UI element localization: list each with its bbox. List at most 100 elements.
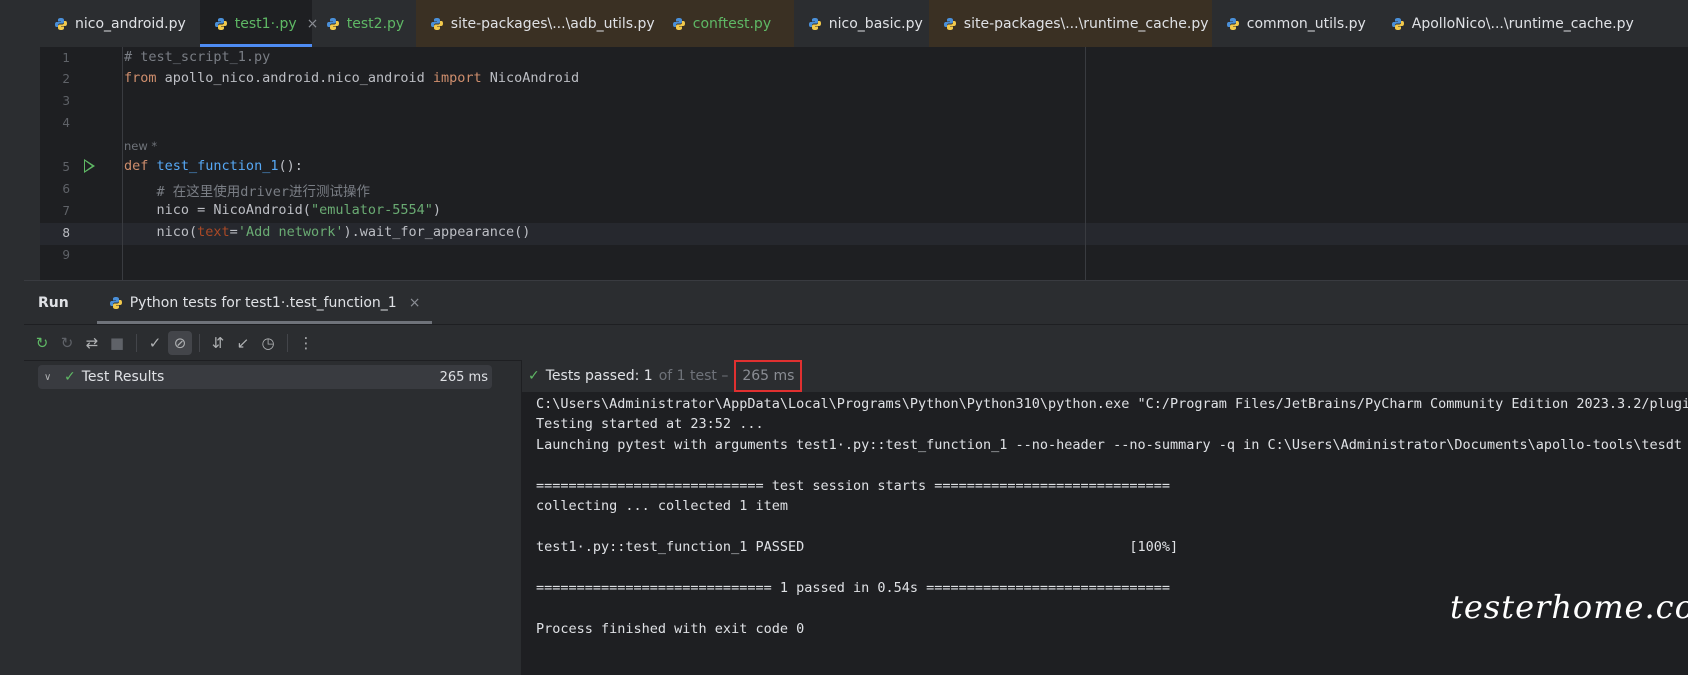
run-test-gutter-icon[interactable]: [84, 159, 95, 173]
check-icon: ✓: [64, 369, 76, 385]
line-number: 4: [62, 116, 70, 130]
rerun-failed-icon[interactable]: ↻: [55, 331, 79, 355]
tab-nico-basic[interactable]: nico_basic.py: [794, 0, 929, 47]
test-history-icon[interactable]: ◷: [256, 331, 280, 355]
collapse-icon[interactable]: ↙: [231, 331, 255, 355]
editor-tab-bar: nico_android.py test1·.py × test2.py sit…: [40, 0, 1688, 48]
python-file-icon: [326, 17, 339, 30]
tab-runtime-cache-site[interactable]: site-packages\...\runtime_cache.py: [928, 0, 1212, 47]
close-icon[interactable]: ×: [409, 295, 421, 311]
console-line: Process finished with exit code 0: [536, 621, 805, 637]
console-line: ============================= 1 passed i…: [536, 580, 1170, 596]
console-line: Testing started at 23:52 ...: [536, 416, 764, 432]
code-text: nico = NicoAndroid(: [124, 202, 311, 218]
python-file-icon: [808, 17, 821, 30]
tab-label: conftest.py: [692, 15, 772, 32]
python-file-icon: [214, 17, 227, 30]
code-line-1: # test_script_1.py: [124, 49, 270, 65]
show-passed-icon[interactable]: ✓: [143, 331, 167, 355]
line-number: 1: [62, 51, 70, 65]
console-output[interactable]: ✓ Tests passed: 1 of 1 test – 265 ms C:\…: [522, 360, 1688, 675]
show-ignored-icon[interactable]: ⊘: [168, 330, 192, 355]
keyword: from: [124, 70, 157, 86]
tab-label: ApolloNico\...\runtime_cache.py: [1411, 15, 1634, 32]
chevron-down-icon[interactable]: ∨: [44, 372, 58, 383]
run-window-title: Run: [38, 294, 69, 311]
code-line-5: def test_function_1():: [124, 158, 303, 174]
run-config-tab-label: Python tests for test1·.test_function_1: [129, 294, 397, 311]
comment: # test_script_1.py: [124, 49, 271, 65]
test-results-row[interactable]: ∨ ✓ Test Results 265 ms: [38, 365, 492, 389]
string-literal: "emulator-5554": [310, 202, 433, 218]
more-options-icon[interactable]: ⋮: [294, 331, 318, 355]
test-results-tree: ∨ ✓ Test Results 265 ms: [24, 360, 521, 675]
line-number: 9: [62, 248, 70, 262]
tests-total-label: of 1 test –: [658, 368, 729, 384]
run-config-tab[interactable]: Python tests for test1·.test_function_1 …: [96, 281, 433, 324]
console-line: Launching pytest with arguments test1·.p…: [536, 437, 1683, 453]
gutter-divider: [122, 47, 123, 280]
line-number: 6: [62, 182, 70, 196]
code-text: ): [432, 202, 441, 218]
watermark: testerhome.com: [1450, 588, 1688, 626]
console-line: collecting ... collected 1 item: [536, 498, 788, 514]
comment: # 在这里使用driver进行测试操作: [124, 184, 371, 200]
sort-icon[interactable]: ⇵: [206, 331, 230, 355]
tests-passed-label: Tests passed: 1: [545, 368, 653, 384]
test-results-duration: 265 ms: [439, 369, 488, 385]
tab-test2[interactable]: test2.py: [312, 0, 416, 47]
test-results-label: Test Results: [81, 369, 165, 385]
keyword: import: [432, 70, 482, 86]
code-line-7: nico = NicoAndroid("emulator-5554"): [124, 202, 442, 218]
python-file-icon: [1226, 17, 1239, 30]
console-line: C:\Users\Administrator\AppData\Local\Pro…: [536, 396, 1688, 412]
tab-label: nico_basic.py: [828, 15, 923, 32]
duration-highlight: 265 ms: [734, 360, 803, 392]
tab-label: nico_android.py: [75, 15, 186, 32]
tab-adb-utils[interactable]: site-packages\...\adb_utils.py: [415, 0, 658, 47]
tab-label: site-packages\...\adb_utils.py: [450, 15, 655, 32]
code-editor[interactable]: 1 2 3 4 5 6 7 8 9 # test_script_1.py fro…: [40, 47, 1688, 280]
python-file-icon: [430, 17, 443, 30]
rerun-icon[interactable]: ↻: [30, 331, 54, 355]
python-file-icon: [55, 17, 67, 30]
line-number: 5: [62, 160, 70, 174]
toggle-auto-test-icon[interactable]: ⇄: [80, 331, 104, 355]
line-number: 7: [62, 204, 70, 218]
python-file-icon: [943, 17, 956, 30]
tab-test1[interactable]: test1·.py ×: [199, 0, 318, 47]
python-file-icon: [1391, 17, 1404, 30]
code-text: =: [229, 224, 238, 240]
right-margin-guide: [1085, 47, 1086, 280]
tab-conftest[interactable]: conftest.py: [657, 0, 794, 47]
tab-common-utils[interactable]: common_utils.py: [1212, 0, 1377, 47]
tab-label: site-packages\...\runtime_cache.py: [963, 15, 1209, 32]
tab-runtime-cache-apollo[interactable]: ApolloNico\...\runtime_cache.py: [1377, 0, 1648, 47]
console-line: ============================ test sessio…: [536, 478, 1170, 494]
string-literal: 'Add network': [237, 224, 344, 240]
tab-nico-android[interactable]: nico_android.py: [40, 0, 200, 47]
import-name: NicoAndroid: [481, 70, 580, 86]
python-file-icon: [672, 17, 685, 30]
code-text: ():: [278, 158, 303, 174]
tab-label: test2.py: [346, 15, 405, 32]
toolbar-separator: [199, 333, 200, 352]
code-text: ).wait_for_appearance(): [343, 224, 531, 240]
run-window-header: Run Python tests for test1·.test_functio…: [24, 281, 1688, 324]
test-status-bar: ✓ Tests passed: 1 of 1 test – 265 ms: [522, 360, 1688, 392]
tests-duration: 265 ms: [742, 368, 795, 384]
keyword: def: [124, 158, 149, 174]
check-icon: ✓: [528, 368, 540, 384]
code-line-8: nico(text='Add network').wait_for_appear…: [124, 224, 531, 240]
line-number-gutter: 1 2 3 4 5 6 7 8 9: [40, 47, 122, 280]
tab-label: common_utils.py: [1246, 15, 1366, 32]
code-line-2: from apollo_nico.android.nico_android im…: [124, 70, 579, 86]
parameter-name: text: [197, 224, 230, 240]
run-toolbar: ↻ ↻ ⇄ ■ ✓ ⊘ ⇵ ↙ ◷ ⋮: [24, 324, 1688, 361]
code-line-6: # 在这里使用driver进行测试操作: [124, 180, 371, 200]
stop-icon[interactable]: ■: [105, 331, 129, 355]
python-tests-icon: [109, 296, 122, 309]
tab-label: test1·.py: [234, 15, 297, 32]
toolbar-separator: [287, 333, 288, 352]
console-line: test1·.py::test_function_1 PASSED [100%]: [536, 539, 1179, 555]
